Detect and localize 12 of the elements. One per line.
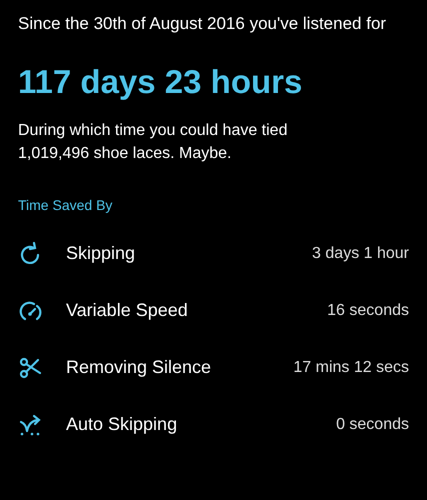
section-title: Time Saved By [18,197,114,213]
fun-fact: During which time you could have tied 1,019,496 shoe laces. Maybe. [18,121,288,164]
row-value: 16 seconds [327,302,409,320]
row-label: Auto Skipping [66,414,178,435]
row-label: Skipping [66,243,136,264]
row-value: 3 days 1 hour [312,244,409,262]
total-time: 117 days 23 hours [18,63,304,101]
row-value: 0 seconds [336,416,409,434]
intro-text: Since the 30th of August 2016 you've listened for [18,13,388,35]
row-label: Removing Silence [66,357,212,378]
row-value: 17 mins 12 secs [293,358,409,376]
row-label: Variable Speed [66,300,189,321]
